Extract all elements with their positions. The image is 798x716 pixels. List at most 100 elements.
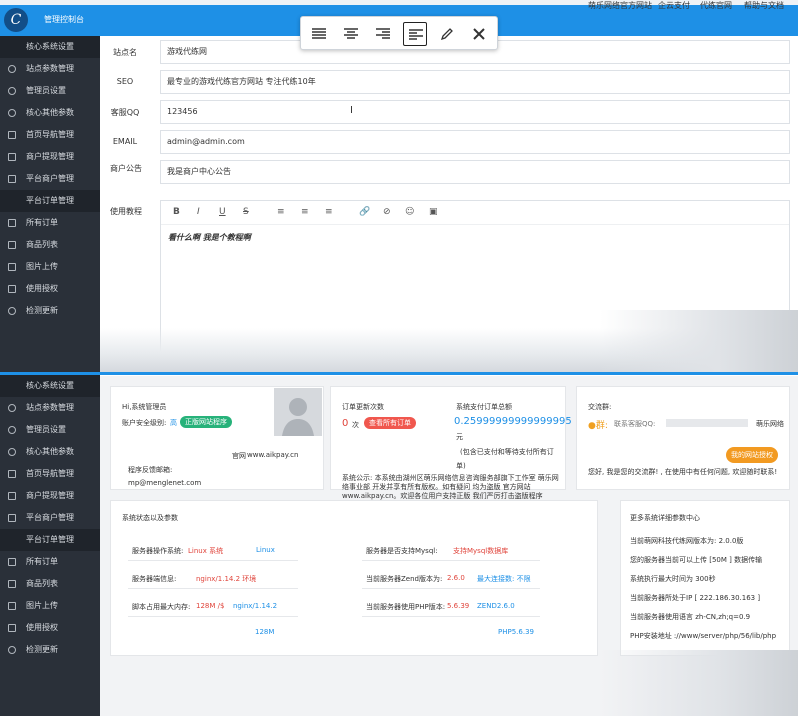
view-orders-button[interactable]: 查看所有订单 (364, 417, 416, 429)
status-label: 服务器是否支持Mysql: (366, 547, 438, 555)
status-label: 脚本占用最大内存: (132, 603, 191, 611)
sidebar-item-5[interactable]: 商户提现管理 (0, 146, 100, 168)
circle-icon (8, 448, 16, 456)
official-site-link[interactable]: www.aikpay.cn (247, 451, 298, 459)
sidebar-item-label: 平台订单管理 (26, 535, 74, 544)
email-input[interactable]: admin@admin.com (160, 130, 790, 154)
security-label: 账户安全级别: (122, 419, 167, 427)
tutorial-label: 使用教程 (110, 207, 142, 216)
sidebar-group-header[interactable]: 核心系统设置 (0, 375, 100, 397)
sidebar-item-label: 检测更新 (26, 306, 58, 315)
link-icon[interactable]: 🔗 (359, 207, 370, 217)
sidebar-item-11[interactable]: 使用授权 (0, 278, 100, 300)
blur-band (600, 310, 798, 372)
sidebar-item-2[interactable]: 管理员设置 (0, 419, 100, 441)
unlink-icon[interactable]: ⊘ (383, 207, 391, 217)
sidebar-item-6[interactable]: 平台商户管理 (0, 507, 100, 529)
status-title: 系统状态以及参数 (122, 514, 178, 522)
circle-icon (8, 109, 16, 117)
status-footer-right: PHP5.6.39 (498, 628, 534, 636)
image-icon[interactable]: ▣ (429, 207, 438, 217)
status-value: nginx/1.14.2 环境 (196, 575, 257, 583)
feedback-email[interactable]: mp@menglenet.com (128, 479, 201, 487)
align-left-icon[interactable]: ≡ (277, 207, 285, 217)
group-note: 您好, 我是您的交流群! , 在使用中有任何问题, 欢迎随时联系! (588, 468, 778, 476)
align-center-icon[interactable] (339, 22, 363, 46)
details-item: 当前服务器所处于IP [ 222.186.30.163 ] (630, 594, 761, 602)
sidebar-item-label: 商品列表 (26, 579, 58, 588)
align-right-icon[interactable] (371, 22, 395, 46)
nav-link-qiyun-pay[interactable]: 企云支付 (658, 0, 690, 11)
sidebar-item-1[interactable]: 站点参数管理 (0, 58, 100, 80)
sidebar-item-4[interactable]: 首页导航管理 (0, 463, 100, 485)
align-right-icon[interactable]: ≡ (325, 207, 333, 217)
square-icon (8, 285, 16, 293)
sidebar-item-label: 所有订单 (26, 557, 58, 566)
sidebar-item-8[interactable]: 所有订单 (0, 551, 100, 573)
seo-input[interactable]: 最专业的游戏代练官方网站 专注代练10年 (160, 70, 790, 94)
sidebar-item-9[interactable]: 商品列表 (0, 573, 100, 595)
sidebar-item-3[interactable]: 核心其他参数 (0, 441, 100, 463)
close-icon[interactable] (467, 22, 491, 46)
square-icon (8, 131, 16, 139)
sidebar-item-1[interactable]: 站点参数管理 (0, 397, 100, 419)
sidebar-item-3[interactable]: 核心其他参数 (0, 102, 100, 124)
row-divider (128, 616, 298, 617)
square-icon (8, 580, 16, 588)
sidebar: 核心系统设置站点参数管理 管理员设置 核心其他参数 首页导航管理 商户提现管理 平台商户管… (0, 36, 100, 372)
payment-unit: 元 (456, 433, 463, 441)
sidebar-item-label: 核心系统设置 (26, 381, 74, 390)
nav-link-official-site[interactable]: 萌乐网络官方网站 (588, 0, 652, 11)
row-divider (128, 588, 298, 589)
sidebar-item-label: 检测更新 (26, 645, 58, 654)
sidebar-item-6[interactable]: 平台商户管理 (0, 168, 100, 190)
group-title: 交流群: (588, 403, 612, 411)
sidebar-item-9[interactable]: 商品列表 (0, 234, 100, 256)
sidebar-item-4[interactable]: 首页导航管理 (0, 124, 100, 146)
qq-label: 客服QQ (110, 108, 140, 117)
square-icon (8, 241, 16, 249)
sidebar-item-8[interactable]: 所有订单 (0, 212, 100, 234)
sidebar-group-header[interactable]: 核心系统设置 (0, 36, 100, 58)
nav-link-dailian[interactable]: 代练官网 (700, 0, 732, 11)
sidebar-group-header[interactable]: 平台订单管理 (0, 190, 100, 212)
details-item: 当前服务器使用语言 zh-CN,zh;q=0.9 (630, 613, 751, 621)
align-justify-icon[interactable] (307, 22, 331, 46)
bold-icon[interactable]: B (173, 207, 180, 217)
sidebar-item-5[interactable]: 商户提现管理 (0, 485, 100, 507)
nav-link-help-docs[interactable]: 帮助与文档 (744, 0, 784, 11)
sidebar-group-header[interactable]: 平台订单管理 (0, 529, 100, 551)
sidebar-item-10[interactable]: 图片上传 (0, 595, 100, 617)
sidebar-item-12[interactable]: 检测更新 (0, 300, 100, 322)
sidebar-item-label: 商品列表 (26, 240, 58, 249)
sidebar-item-11[interactable]: 使用授权 (0, 617, 100, 639)
align-center-icon[interactable]: ≡ (301, 207, 309, 217)
italic-icon[interactable]: I (197, 207, 200, 217)
circle-icon (8, 646, 16, 654)
sidebar-item-label: 核心系统设置 (26, 42, 74, 51)
group-qq-label: 联系客服QQ: (614, 420, 656, 428)
pencil-icon[interactable] (435, 22, 459, 46)
sidebar-item-label: 使用授权 (26, 623, 58, 632)
notice-input[interactable]: 我是商户中心公告 (160, 160, 790, 184)
emoji-icon[interactable]: ☺ (405, 207, 414, 217)
qq-input[interactable]: 123456 (160, 100, 790, 124)
site-name-label: 站点名 (113, 48, 137, 57)
sidebar-item-2[interactable]: 管理员设置 (0, 80, 100, 102)
group-org: 萌乐网络 (756, 420, 784, 428)
sidebar-item-12[interactable]: 检测更新 (0, 639, 100, 661)
row-divider (362, 616, 540, 617)
row-divider (362, 588, 540, 589)
align-left-icon[interactable] (403, 22, 427, 46)
underline-icon[interactable]: U (219, 207, 226, 217)
square-icon (8, 470, 16, 478)
sidebar-item-10[interactable]: 图片上传 (0, 256, 100, 278)
square-icon (8, 558, 16, 566)
payment-title: 系统支付订单总额 (456, 403, 512, 411)
sidebar-item-label: 核心其他参数 (26, 447, 74, 456)
editor-content[interactable]: 看什么啊 我是个教程啊 (168, 232, 251, 243)
strikethrough-icon[interactable]: S (243, 207, 249, 217)
square-icon (8, 602, 16, 610)
square-icon (8, 624, 16, 632)
license-button[interactable]: 我的网站授权 (726, 447, 778, 463)
